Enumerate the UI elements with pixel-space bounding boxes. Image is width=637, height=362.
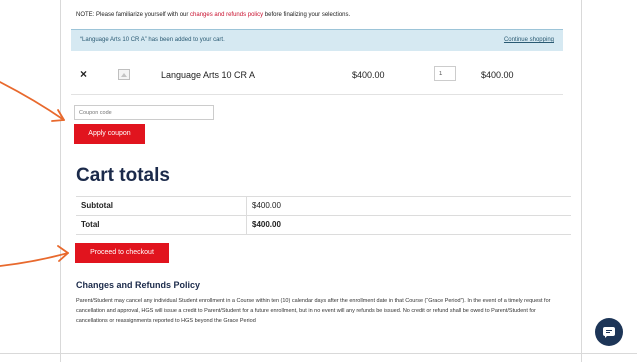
- row-divider: [71, 94, 563, 95]
- footer-divider: [0, 353, 637, 354]
- proceed-to-checkout-button[interactable]: Proceed to checkout: [75, 243, 169, 263]
- continue-shopping-link[interactable]: Continue shopping: [504, 37, 554, 43]
- notice-prefix: NOTE: Please familiarize yourself with o…: [76, 12, 189, 18]
- column-divider: [246, 197, 247, 215]
- cart-totals-heading: Cart totals: [76, 165, 170, 186]
- quantity-input[interactable]: [434, 66, 456, 81]
- cart-message: “Language Arts 10 CR A” has been added t…: [71, 29, 563, 51]
- coupon-code-input[interactable]: [74, 105, 214, 120]
- chat-icon[interactable]: [595, 318, 623, 346]
- total-row: Total $400.00: [76, 215, 571, 235]
- product-name-link[interactable]: Language Arts 10 CR A: [161, 70, 255, 80]
- policy-notice: NOTE: Please familiarize yourself with o…: [76, 12, 350, 18]
- refund-policy-link[interactable]: changes and refunds policy: [190, 12, 263, 18]
- notice-suffix: before finalizing your selections.: [264, 12, 351, 18]
- product-subtotal: $400.00: [481, 70, 514, 80]
- cart-totals-table: Subtotal $400.00 Total $400.00: [76, 196, 571, 235]
- subtotal-value: $400.00: [252, 201, 281, 210]
- total-label: Total: [81, 220, 100, 229]
- total-value: $400.00: [252, 220, 281, 229]
- remove-item-icon[interactable]: ×: [80, 67, 87, 81]
- cart-page: NOTE: Please familiarize yourself with o…: [60, 0, 582, 362]
- image-placeholder-icon[interactable]: [118, 69, 130, 80]
- annotation-arrow-checkout: [0, 245, 69, 267]
- annotation-arrow-coupon: [0, 81, 65, 122]
- column-divider: [246, 216, 247, 234]
- product-price: $400.00: [352, 70, 385, 80]
- added-to-cart-text: “Language Arts 10 CR A” has been added t…: [80, 37, 225, 43]
- refund-policy-heading: Changes and Refunds Policy: [76, 280, 201, 290]
- apply-coupon-button[interactable]: Apply coupon: [74, 124, 145, 144]
- refund-policy-text: Parent/Student may cancel any individual…: [76, 298, 551, 324]
- subtotal-row: Subtotal $400.00: [76, 196, 571, 215]
- cart-item-row: × Language Arts 10 CR A $400.00 $400.00: [61, 58, 581, 94]
- subtotal-label: Subtotal: [81, 201, 113, 210]
